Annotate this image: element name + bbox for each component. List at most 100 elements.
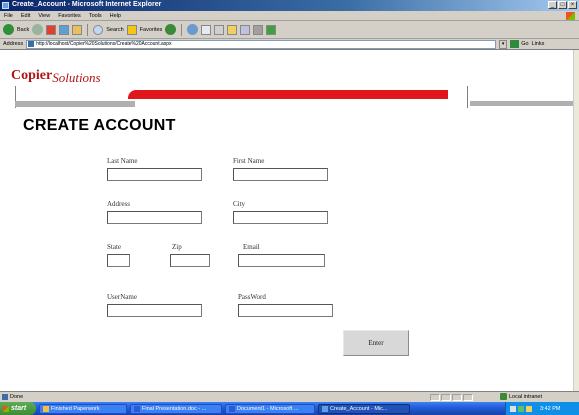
page-title: CREATE ACCOUNT (23, 117, 176, 134)
address-field-input[interactable] (107, 211, 202, 224)
security-zone[interactable]: Local intranet (500, 393, 542, 400)
city-label: City (233, 200, 246, 208)
favorites-star-icon[interactable] (126, 24, 137, 35)
tray-network-icon[interactable] (518, 405, 524, 412)
intranet-zone-icon (500, 393, 507, 400)
ie-icon (2, 2, 9, 9)
home-icon[interactable] (72, 24, 83, 35)
start-label: start (11, 405, 27, 412)
first-name-input[interactable] (233, 168, 328, 181)
refresh-icon[interactable] (59, 24, 70, 35)
tray-icon[interactable] (510, 405, 516, 412)
search-label[interactable]: Search (106, 27, 123, 33)
clock[interactable]: 3:42 PM (540, 406, 560, 412)
taskbar-item-create-account[interactable]: Create_Account - Mic... (318, 403, 410, 414)
go-arrow-icon (510, 40, 520, 48)
taskbar-item-document1[interactable]: Document1 - Microsoft ... (225, 403, 315, 414)
address-field-label: Address (107, 200, 130, 208)
mail-icon[interactable] (201, 24, 212, 35)
toolbar: Back Search Favorites (0, 21, 579, 39)
task-label: Final Presentation.doc - ... (142, 405, 207, 412)
back-label[interactable]: Back (17, 27, 29, 33)
links-button[interactable]: Links (532, 41, 545, 47)
address-input[interactable]: http://localhost/Copier%20Solutions/Crea… (26, 39, 497, 49)
task-label: Create_Account - Mic... (330, 405, 388, 412)
banner-red-bar (128, 90, 448, 99)
address-dropdown-button[interactable]: ▾ (499, 39, 508, 49)
email-label: Email (243, 243, 260, 251)
enter-button[interactable]: Enter (343, 330, 409, 356)
windows-logo-icon (566, 12, 575, 20)
email-input[interactable] (238, 254, 325, 267)
address-url[interactable]: http://localhost/Copier%20Solutions/Crea… (36, 41, 171, 47)
discuss-icon[interactable] (240, 24, 251, 35)
history-icon[interactable] (187, 24, 199, 35)
menu-help[interactable]: Help (110, 13, 121, 19)
go-button[interactable]: Go (510, 40, 529, 48)
zip-label: Zip (172, 243, 182, 251)
menu-file[interactable]: File (4, 13, 13, 19)
last-name-label: Last Name (107, 157, 138, 165)
favorites-label[interactable]: Favorites (140, 27, 163, 33)
city-input[interactable] (233, 211, 328, 224)
window-title: Create_Account - Microsoft Internet Expl… (12, 1, 162, 8)
copier-solutions-logo[interactable]: CopierSolutions (11, 67, 101, 85)
menu-tools[interactable]: Tools (89, 13, 102, 19)
zone-label: Local intranet (509, 393, 543, 400)
edit-icon[interactable] (227, 24, 238, 35)
username-label: UserName (107, 293, 137, 301)
address-label: Address (3, 41, 24, 47)
menu-bar: File Edit View Favorites Tools Help (0, 11, 579, 21)
first-name-label: First Name (233, 157, 265, 165)
print-icon[interactable] (214, 24, 225, 35)
vertical-scrollbar[interactable] (573, 50, 579, 391)
taskbar-item-final-presentation[interactable]: Final Presentation.doc - ... (130, 403, 222, 414)
windows-flag-icon (3, 405, 9, 412)
media-icon[interactable] (165, 24, 177, 35)
folder-icon (43, 405, 49, 412)
start-button[interactable]: start (0, 402, 36, 415)
menu-favorites[interactable]: Favorites (58, 13, 81, 19)
task-label: Document1 - Microsoft ... (237, 405, 299, 412)
status-pane (441, 394, 451, 401)
ie-icon (322, 405, 328, 412)
banner-right-tick (467, 86, 468, 108)
taskbar-item-finished-paperwork[interactable]: Finished Paperwork (39, 403, 127, 414)
zip-input[interactable] (170, 254, 210, 267)
research-icon[interactable] (253, 24, 264, 35)
messenger-icon[interactable] (266, 24, 277, 35)
state-input[interactable] (107, 254, 130, 267)
maximize-button[interactable]: □ (558, 1, 567, 9)
word-doc-icon (134, 405, 140, 412)
menu-view[interactable]: View (38, 13, 50, 19)
go-label: Go (521, 41, 529, 47)
page-icon (28, 41, 35, 47)
logo-main-text: Copier (11, 68, 53, 83)
search-icon[interactable] (93, 24, 104, 35)
back-arrow-icon[interactable] (3, 24, 14, 35)
password-label: PassWord (238, 293, 266, 301)
window-title-bar: Create_Account - Microsoft Internet Expl… (0, 0, 579, 11)
status-page-icon (2, 394, 8, 400)
word-doc-icon (229, 405, 235, 412)
toolbar-separator (87, 23, 89, 36)
forward-arrow-icon[interactable] (32, 24, 44, 35)
password-input[interactable] (238, 304, 333, 317)
task-label: Finished Paperwork (51, 405, 100, 412)
toolbar-separator (181, 23, 183, 36)
menu-edit[interactable]: Edit (21, 13, 30, 19)
tray-volume-icon[interactable] (526, 405, 532, 412)
close-button[interactable]: × (568, 1, 577, 9)
status-text: Done (10, 394, 24, 400)
username-input[interactable] (107, 304, 202, 317)
banner-left-gray-bar (15, 101, 135, 107)
minimize-button[interactable]: _ (548, 1, 557, 9)
status-bar: Done Local intranet (0, 391, 579, 402)
address-bar: Address http://localhost/Copier%20Soluti… (0, 39, 579, 50)
system-tray: 3:42 PM (505, 402, 579, 415)
logo-sub-text: Solutions (52, 70, 101, 85)
status-pane (452, 394, 462, 401)
stop-icon[interactable] (46, 24, 57, 35)
status-panes (430, 394, 473, 401)
last-name-input[interactable] (107, 168, 202, 181)
